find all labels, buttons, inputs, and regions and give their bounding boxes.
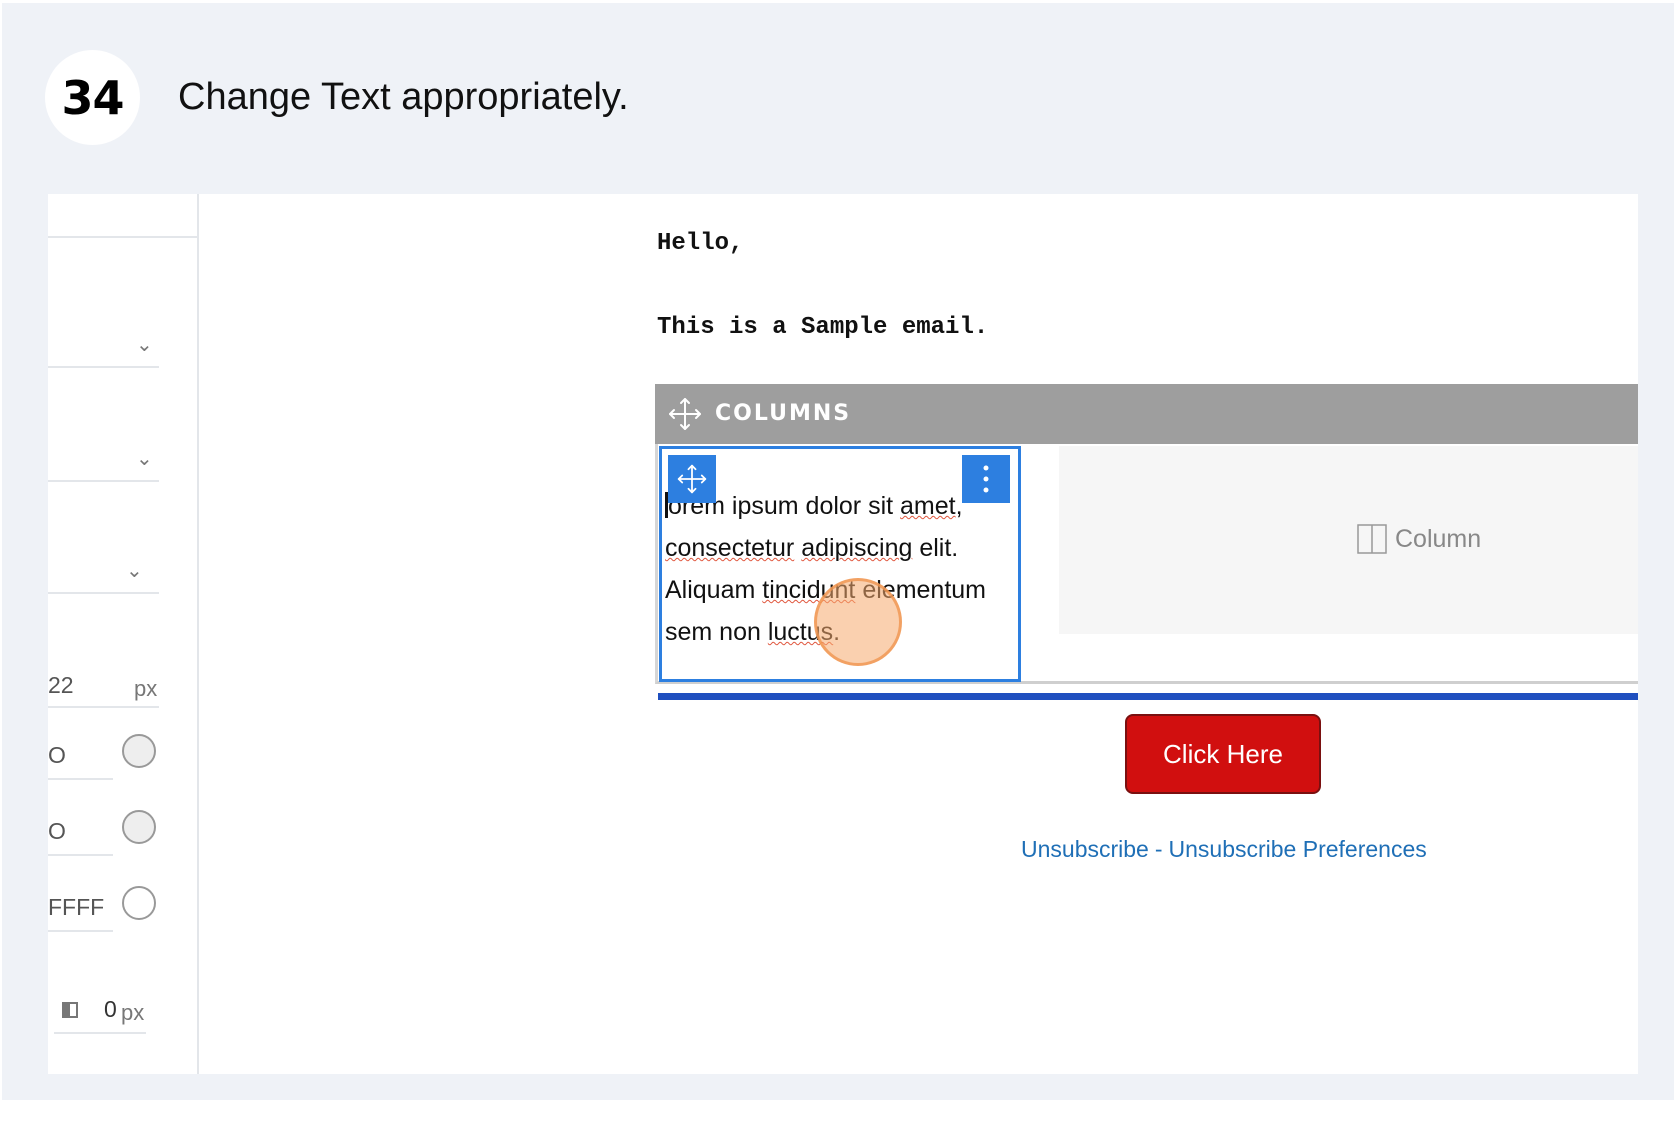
input-underline <box>48 778 113 780</box>
input-underline <box>48 854 113 856</box>
frame-edge <box>0 1100 1680 1123</box>
text-run-misspelled: consectetur <box>665 534 795 562</box>
select-underline <box>48 366 159 368</box>
text-run-misspelled: adipiscing <box>801 534 913 562</box>
link-separator: - <box>1154 836 1163 862</box>
chevron-down-icon[interactable]: ⌄ <box>126 558 143 583</box>
border-width-unit: px <box>121 1000 145 1025</box>
editor-screenshot: ⌄ ⌄ ⌄ 22 px O O FFFF 0 px Hello, This is… <box>48 194 1638 1074</box>
size-unit: px <box>134 676 158 701</box>
more-options-button[interactable] <box>962 455 1010 503</box>
border-width-input[interactable]: 0 <box>104 996 117 1023</box>
color-input[interactable]: FFFF <box>48 894 104 921</box>
color-swatch[interactable] <box>122 886 156 920</box>
click-indicator <box>814 578 902 666</box>
color-swatch[interactable] <box>122 810 156 844</box>
color-input[interactable]: O <box>48 742 66 769</box>
move-icon[interactable] <box>667 396 703 432</box>
tutorial-card: 34 Change Text appropriately. ⌄ ⌄ ⌄ 22 p… <box>0 0 1680 1123</box>
frame-edge <box>1674 0 1680 1123</box>
color-input[interactable]: O <box>48 818 66 845</box>
input-underline <box>48 930 113 932</box>
unsubscribe-preferences-link[interactable]: Unsubscribe Preferences <box>1169 836 1427 862</box>
unsubscribe-link[interactable]: Unsubscribe <box>1021 836 1149 862</box>
column-placeholder-label: Column <box>1395 524 1482 553</box>
email-greeting: Hello, <box>657 230 744 257</box>
empty-column-placeholder[interactable]: Column <box>1059 446 1638 634</box>
properties-sidebar: ⌄ ⌄ ⌄ 22 px O O FFFF 0 px <box>48 194 199 1074</box>
divider <box>48 236 197 238</box>
email-divider <box>658 693 1638 700</box>
border-side-icon <box>62 1002 78 1018</box>
step-number-badge: 34 <box>45 50 140 145</box>
footer-links: Unsubscribe - Unsubscribe Preferences <box>1021 836 1427 863</box>
email-body-text: This is a Sample email. <box>657 314 989 341</box>
drag-handle-button[interactable] <box>668 455 716 503</box>
frame-edge <box>0 0 1680 3</box>
columns-label: COLUMNS <box>715 401 852 426</box>
step-instruction: Change Text appropriately. <box>178 76 629 118</box>
columns-block-header[interactable]: COLUMNS <box>655 384 1638 444</box>
text-run-misspelled: amet <box>900 492 956 520</box>
frame-edge <box>0 0 2 1123</box>
chevron-down-icon[interactable]: ⌄ <box>136 332 153 357</box>
select-underline <box>48 480 159 482</box>
select-underline <box>48 592 159 594</box>
size-input[interactable]: 22 <box>48 672 74 699</box>
vertical-dots-icon <box>983 465 989 493</box>
click-here-button[interactable]: Click Here <box>1125 714 1321 794</box>
input-underline <box>54 1032 146 1034</box>
column-icon <box>1357 524 1387 554</box>
move-icon <box>677 464 707 494</box>
column-placeholder: Column <box>1357 524 1481 554</box>
input-underline <box>48 706 159 708</box>
color-swatch[interactable] <box>122 734 156 768</box>
chevron-down-icon[interactable]: ⌄ <box>136 446 153 471</box>
